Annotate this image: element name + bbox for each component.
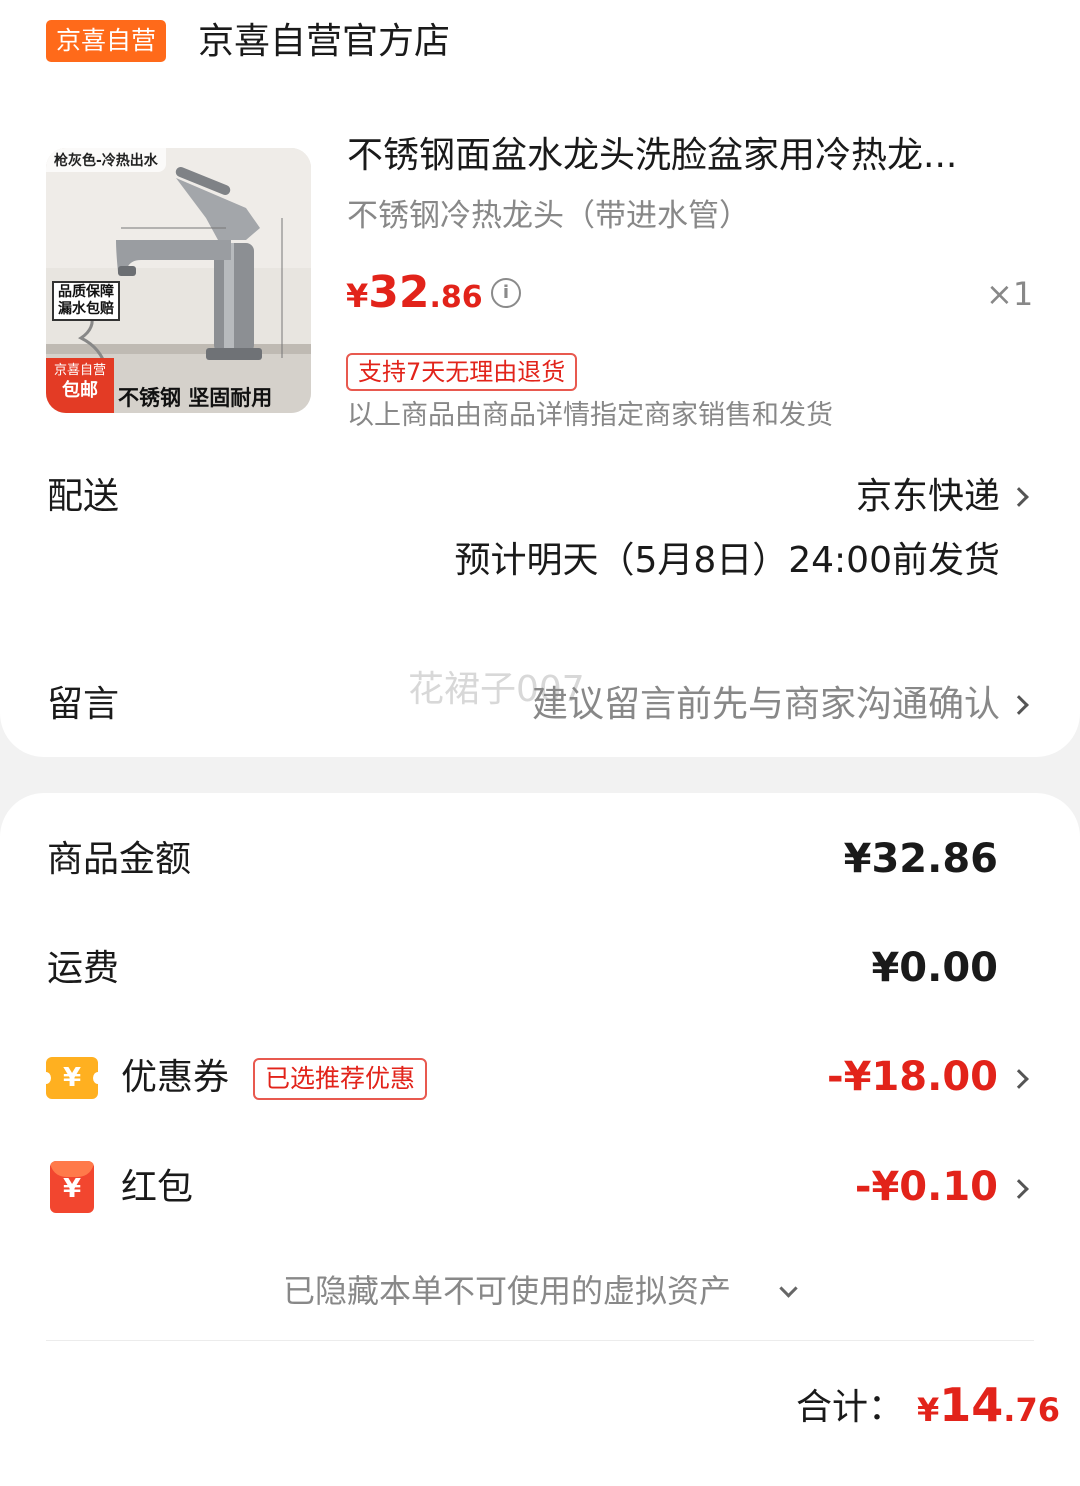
store-name[interactable]: 京喜自营官方店 [198, 17, 450, 67]
total-integer: 14 [939, 1378, 1004, 1432]
delivery-label: 配送 [47, 476, 120, 517]
total-decimal: .76 [1003, 1391, 1060, 1429]
delivery-estimate: 预计明天（5月8日）24:00前发货 [454, 540, 1000, 581]
product-image[interactable]: 枪灰色-冷热出水 品质保障 漏水包赔 京喜自营 包邮 不锈钢 坚固耐用 [46, 148, 311, 413]
red-packet-icon: ¥ [50, 1161, 94, 1213]
total-symbol: ¥ [917, 1391, 940, 1429]
total-value: ¥14.76 [917, 1374, 1060, 1447]
coupon-tag: 已选推荐优惠 [253, 1058, 428, 1100]
chevron-right-icon[interactable] [1009, 487, 1029, 507]
product-title[interactable]: 不锈钢面盆水龙头洗脸盆家用冷热龙... [347, 131, 957, 181]
return-policy-tag: 支持7天无理由退货 [346, 353, 578, 391]
chevron-right-icon[interactable] [1009, 695, 1029, 715]
image-badge-line1: 京喜自营 [53, 363, 106, 378]
image-badge-selfrun: 京喜自营 包邮 [46, 358, 114, 413]
goods-amount-value: ¥32.86 [843, 836, 998, 882]
seller-note: 以上商品由商品详情指定商家销售和发货 [347, 400, 833, 431]
order-item-card: 京喜自营 京喜自营官方店 枪灰色-冷热出水 品质保障 漏水包赔 京喜自营 包邮 … [0, 0, 1080, 757]
product-spec: 不锈钢冷热龙头（带进水管） [347, 198, 750, 234]
divider [46, 1340, 1034, 1341]
hidden-assets-toggle[interactable]: 已隐藏本单不可使用的虚拟资产 [283, 1268, 731, 1314]
total-label: 合计： [796, 1387, 905, 1428]
red-packet-symbol: ¥ [62, 1174, 82, 1204]
delivery-carrier[interactable]: 京东快递 [856, 472, 1000, 522]
product-quantity: ×1 [986, 275, 1034, 313]
goods-amount-label: 商品金额 [47, 839, 192, 880]
price-decimal: .86 [429, 280, 483, 315]
store-badge: 京喜自营 [46, 20, 167, 62]
coupon-value[interactable]: -¥18.00 [827, 1049, 998, 1105]
image-tag-material: 不锈钢 坚固耐用 [118, 386, 273, 410]
image-badge-line2: 包邮 [62, 380, 98, 401]
coupon-icon: ¥ [41, 1057, 103, 1099]
red-packet-value[interactable]: -¥0.10 [855, 1159, 998, 1215]
price-symbol: ¥ [346, 277, 369, 315]
message-label: 留言 [47, 684, 120, 725]
product-price: ¥32.86 [346, 264, 483, 331]
image-tag-color: 枪灰色-冷热出水 [46, 148, 166, 172]
red-packet-label: 红包 [121, 1167, 194, 1208]
image-tag-quality: 品质保障 漏水包赔 [52, 281, 120, 321]
coupon-label: 优惠券 [121, 1057, 230, 1098]
shipping-value: ¥0.00 [871, 945, 998, 991]
price-integer: 32 [368, 267, 430, 318]
info-icon[interactable]: i [491, 278, 521, 308]
shipping-label: 运费 [47, 948, 120, 989]
message-input[interactable]: 建议留言前先与商家沟通确认 [532, 680, 1000, 730]
